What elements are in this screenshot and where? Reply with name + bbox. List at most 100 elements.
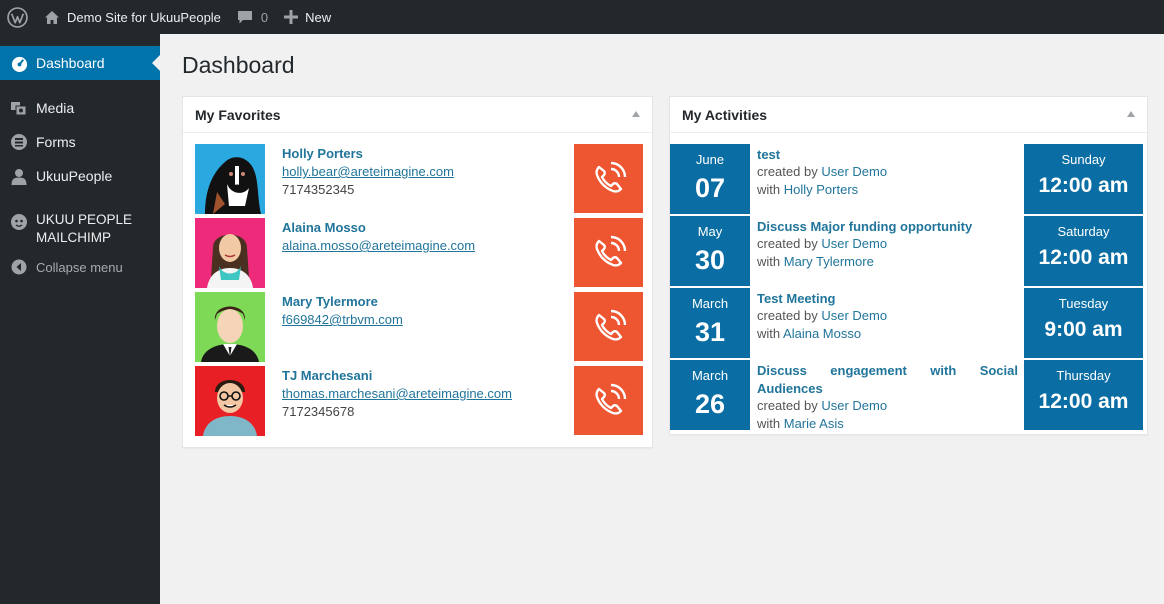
created-by-label: created by — [757, 308, 818, 323]
activity-month: March — [691, 296, 729, 311]
activity-weekday: Thursday — [1056, 368, 1111, 383]
activity-with: with Holly Porters — [757, 182, 858, 197]
favorite-phone: 7174352345 — [282, 182, 355, 197]
wordpress-logo-icon[interactable] — [0, 0, 42, 34]
plus-icon — [284, 10, 299, 24]
activity-contact-link[interactable]: Holly Porters — [784, 182, 858, 197]
sidebar-item-label: Dashboard — [36, 55, 105, 71]
call-button[interactable] — [574, 292, 643, 361]
activity-contact-link[interactable]: Mary Tylermore — [784, 254, 874, 269]
favorite-name[interactable]: Holly Porters — [282, 146, 363, 161]
activity-date: May 30 — [670, 216, 750, 286]
avatar — [195, 144, 265, 214]
activity-created-by: created by User Demo — [757, 164, 887, 179]
activity-created-by: created by User Demo — [757, 308, 887, 323]
activity-item: May 30 Discuss Major funding opportunity… — [670, 216, 1147, 286]
sidebar-item-dashboard[interactable]: Dashboard — [0, 46, 160, 80]
created-by-label: created by — [757, 164, 818, 179]
sidebar-item-label: Forms — [36, 134, 76, 150]
activity-day: 30 — [694, 245, 726, 275]
site-name-link[interactable]: Demo Site for UkuuPeople — [42, 0, 229, 34]
favorite-name[interactable]: Mary Tylermore — [282, 294, 378, 309]
activity-contact-link[interactable]: Alaina Mosso — [783, 326, 861, 341]
favorite-name[interactable]: Alaina Mosso — [282, 220, 366, 235]
favorite-email[interactable]: holly.bear@areteimagine.com — [282, 164, 454, 179]
favorite-email[interactable]: thomas.marchesani@areteimagine.com — [282, 386, 512, 401]
with-label: with — [757, 416, 781, 431]
admin-bar: Demo Site for UkuuPeople 0 New — [0, 0, 1164, 34]
avatar — [195, 292, 265, 362]
comment-icon — [237, 10, 253, 25]
activity-time: Saturday 12:00 am — [1024, 216, 1143, 286]
activity-creator-link[interactable]: User Demo — [821, 164, 887, 179]
activity-creator-link[interactable]: User Demo — [821, 308, 887, 323]
activity-title[interactable]: test — [757, 146, 1018, 164]
favorite-email[interactable]: alaina.mosso@areteimagine.com — [282, 238, 475, 253]
activity-with: with Alaina Mosso — [757, 326, 861, 341]
activity-with: with Marie Asis — [757, 416, 844, 431]
widget-header: My Activities — [670, 97, 1147, 133]
dashboard-icon — [10, 54, 28, 72]
my-favorites-widget: My Favorites Holly Porters holly.bear@ar… — [182, 96, 653, 448]
with-label: with — [757, 326, 781, 341]
activity-month: March — [691, 368, 729, 383]
home-icon — [44, 10, 60, 25]
forms-icon — [10, 133, 28, 151]
activity-day: 26 — [694, 389, 726, 419]
activity-title[interactable]: Test Meeting — [757, 290, 1018, 308]
site-name: Demo Site for UkuuPeople — [67, 9, 221, 25]
mailchimp-icon — [10, 213, 28, 231]
avatar — [195, 366, 265, 436]
activity-title[interactable]: Discuss engagement with Social Audiences — [757, 362, 1018, 398]
avatar — [195, 218, 265, 288]
created-by-label: created by — [757, 398, 818, 413]
phone-call-icon — [594, 309, 626, 341]
activity-creator-link[interactable]: User Demo — [821, 398, 887, 413]
toggle-arrow-icon[interactable] — [1127, 111, 1135, 117]
activity-time-value: 12:00 am — [1038, 390, 1129, 413]
activity-time-value: 12:00 am — [1038, 246, 1129, 269]
widget-header: My Favorites — [183, 97, 652, 133]
sidebar-item-media[interactable]: Media — [0, 91, 160, 125]
activity-month: May — [697, 224, 723, 239]
created-by-label: created by — [757, 236, 818, 251]
activity-time: Sunday 12:00 am — [1024, 144, 1143, 214]
with-label: with — [757, 182, 781, 197]
activity-time: Tuesday 9:00 am — [1024, 288, 1143, 358]
call-button[interactable] — [574, 366, 643, 435]
activity-day: 31 — [694, 317, 726, 347]
widget-title: My Activities — [682, 106, 768, 123]
call-button[interactable] — [574, 218, 643, 287]
my-activities-widget: My Activities June 07 test created by Us… — [669, 96, 1148, 435]
activity-with: with Mary Tylermore — [757, 254, 874, 269]
favorite-phone: 7172345678 — [282, 404, 355, 419]
phone-call-icon — [594, 235, 626, 267]
activity-weekday: Sunday — [1061, 152, 1106, 167]
favorite-email[interactable]: f669842@trbvm.com — [282, 312, 403, 327]
phone-call-icon — [594, 161, 626, 193]
new-content-link[interactable]: New — [276, 0, 339, 34]
favorite-item: Holly Porters holly.bear@areteimagine.co… — [195, 144, 643, 214]
activity-created-by: created by User Demo — [757, 236, 887, 251]
collapse-arrow-icon — [10, 258, 28, 276]
phone-call-icon — [594, 383, 626, 415]
sidebar-item-forms[interactable]: Forms — [0, 125, 160, 159]
widget-title: My Favorites — [195, 106, 281, 123]
main-content: Dashboard My Favorites Holly Porters hol… — [160, 34, 1164, 604]
sidebar-item-label: UKUU PEOPLE MAILCHIMP — [36, 212, 133, 245]
sidebar-item-ukuupeople[interactable]: UkuuPeople — [0, 159, 160, 193]
sidebar-item-mailchimp[interactable]: UKUU PEOPLE MAILCHIMP — [0, 207, 160, 247]
sidebar-item-label: UkuuPeople — [36, 168, 113, 184]
favorite-name[interactable]: TJ Marchesani — [282, 368, 372, 383]
comments-link[interactable]: 0 — [229, 0, 276, 34]
favorite-item: TJ Marchesani thomas.marchesani@areteima… — [195, 366, 643, 436]
activity-creator-link[interactable]: User Demo — [821, 236, 887, 251]
call-button[interactable] — [574, 144, 643, 213]
admin-sidebar: Dashboard Media Forms UkuuPeople UKUU PE… — [0, 34, 160, 604]
collapse-menu-button[interactable]: Collapse menu — [0, 250, 160, 284]
activity-contact-link[interactable]: Marie Asis — [784, 416, 844, 431]
sidebar-item-label: Media — [36, 100, 75, 116]
activity-title[interactable]: Discuss Major funding opportunity — [757, 218, 1018, 236]
toggle-arrow-icon[interactable] — [632, 111, 640, 117]
activity-time: Thursday 12:00 am — [1024, 360, 1143, 430]
